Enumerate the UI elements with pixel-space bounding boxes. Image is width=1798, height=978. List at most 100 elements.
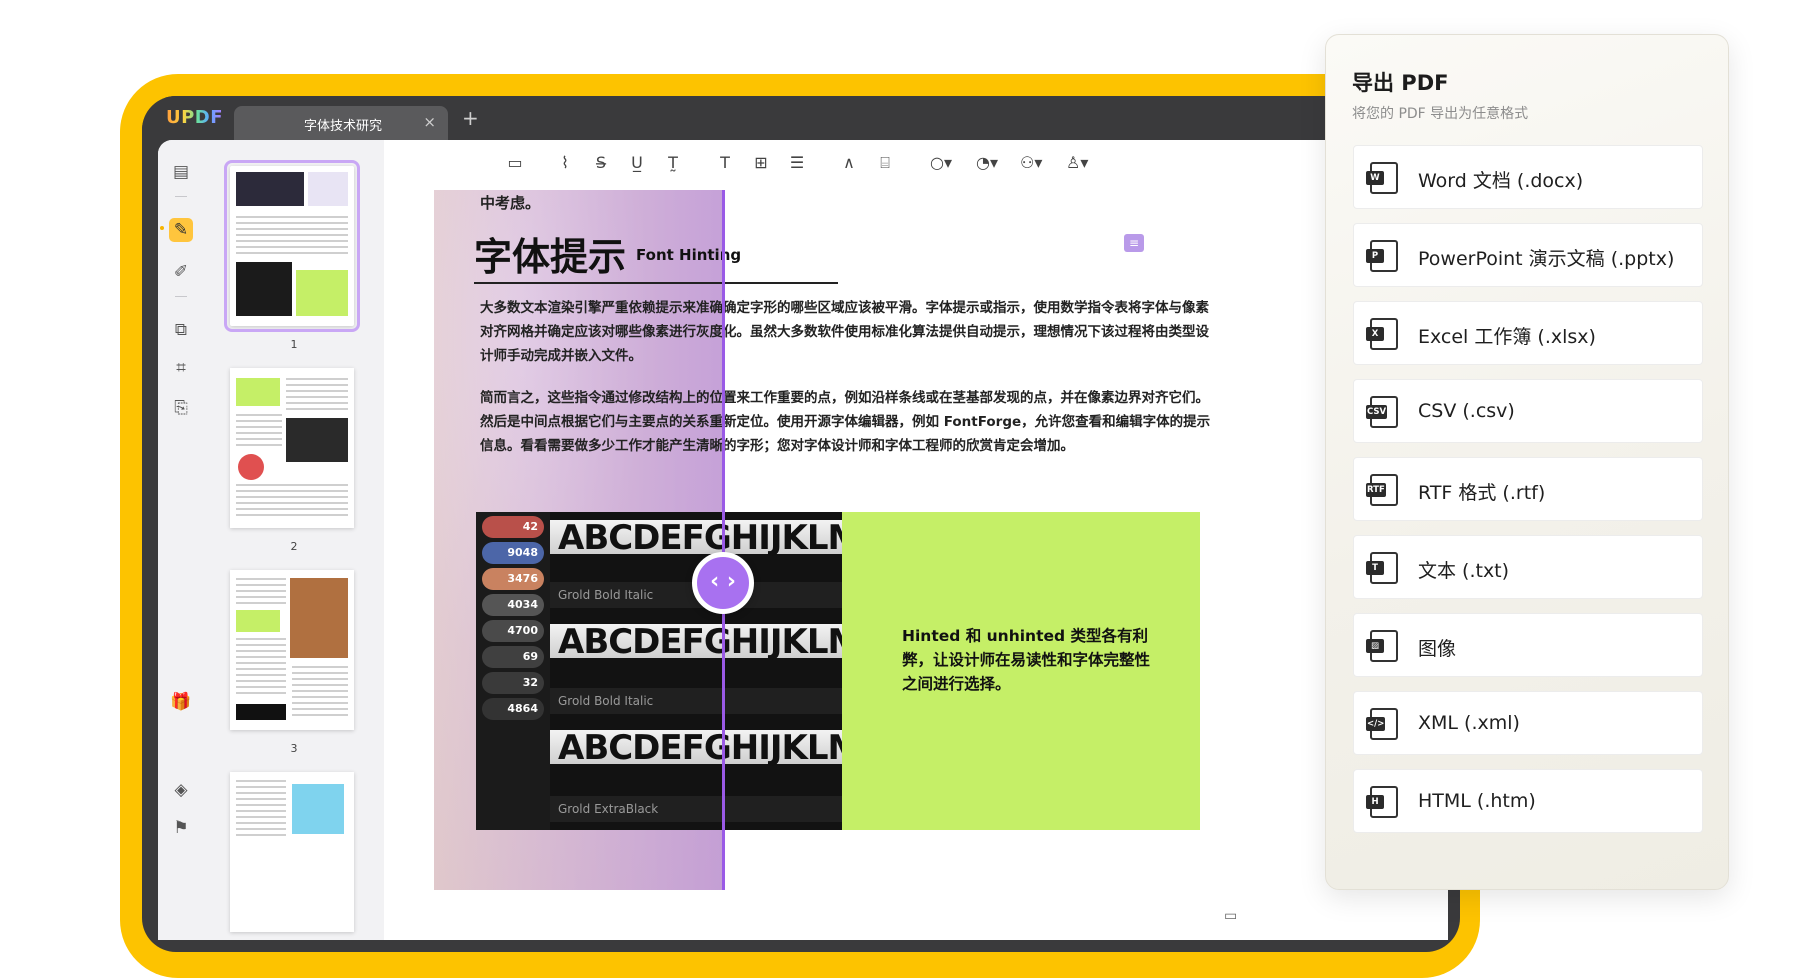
eraser-icon[interactable]: ⌸	[874, 152, 896, 174]
powerpoint-icon: P	[1366, 240, 1398, 272]
comment-tool-icon[interactable]: ✎	[169, 218, 193, 242]
specimen-caption: Grold Bold Italic	[558, 694, 654, 708]
app-body: ▤ ✎ ✐ ⧉ ⌗ ⎘ 🎁 ◈ ⚑ 1 2 3 ▭ ⌇ S̶ U̲ T̰ T ⊞…	[158, 140, 1448, 940]
html-icon: H	[1366, 786, 1398, 818]
signature-icon[interactable]: ♙▾	[1066, 152, 1088, 174]
page-number-label: 1	[290, 338, 298, 351]
callout-text: Hinted 和 unhinted 类型各有利弊，让设计师在易读性和字体完整性之…	[902, 627, 1151, 693]
sticky-note-icon[interactable]: ▭	[504, 152, 526, 174]
export-option-label: 文本 (.txt)	[1418, 560, 1510, 582]
export-option-image[interactable]: ▨ 图像	[1353, 613, 1703, 677]
heading-rule	[474, 282, 838, 284]
compare-slider-handle[interactable]: ‹ ›	[692, 552, 754, 614]
rail-divider	[175, 196, 187, 197]
excel-icon: X	[1366, 318, 1398, 350]
thumb-red-circle	[238, 454, 264, 480]
page-thumbnail-2[interactable]	[230, 368, 354, 528]
export-option-label: Word 文档 (.docx)	[1418, 170, 1584, 192]
comment-marker-icon[interactable]: ≡	[1124, 234, 1144, 252]
thumb-text-block	[236, 414, 282, 450]
callout-box: Hinted 和 unhinted 类型各有利弊，让设计师在易读性和字体完整性之…	[842, 512, 1200, 830]
convert-icon[interactable]: ⎘	[169, 396, 193, 420]
thumb-black-bar	[236, 704, 286, 720]
export-option-label: PowerPoint 演示文稿 (.pptx)	[1418, 248, 1675, 270]
pencil-icon[interactable]: ∧	[838, 152, 860, 174]
reader-icon[interactable]: ▤	[169, 160, 193, 184]
thumb-image	[308, 172, 348, 206]
thumb-text-block	[236, 484, 348, 520]
squiggly-underline-icon[interactable]: T̰	[662, 152, 684, 174]
paragraph-line: 计师手动完成并嵌入文件。	[480, 348, 642, 364]
text-icon: T	[1366, 552, 1398, 584]
thumb-text-block	[292, 666, 348, 720]
counter-pill: 69	[482, 646, 544, 668]
organize-pages-icon[interactable]: ⧉	[169, 318, 193, 342]
image-icon: ▨	[1366, 630, 1398, 662]
export-option-powerpoint[interactable]: P PowerPoint 演示文稿 (.pptx)	[1353, 223, 1703, 287]
text-callout-icon[interactable]: ☰	[786, 152, 808, 174]
page-thumbnail-3[interactable]	[230, 570, 354, 730]
page-number-label: 2	[290, 540, 298, 553]
text-box-icon[interactable]: ⊞	[750, 152, 772, 174]
export-option-text[interactable]: T 文本 (.txt)	[1353, 535, 1703, 599]
compare-divider[interactable]	[722, 190, 725, 890]
sticker-icon[interactable]: ◔▾	[976, 152, 998, 174]
counter-pill: 4700	[482, 620, 544, 642]
left-tool-rail: ▤ ✎ ✐ ⧉ ⌗ ⎘ 🎁 ◈ ⚑	[158, 140, 204, 940]
counter-pill: 4034	[482, 594, 544, 616]
counter-pill: 9048	[482, 542, 544, 564]
counter-pill: 3476	[482, 568, 544, 590]
export-option-label: HTML (.htm)	[1418, 790, 1536, 812]
export-option-csv[interactable]: CSV CSV (.csv)	[1353, 379, 1703, 443]
document-tab-label: 字体技术研究	[304, 119, 383, 134]
counter-pill: 4864	[482, 698, 544, 720]
specimen-caption: Grold ExtraBlack	[558, 802, 659, 816]
bookmark-icon[interactable]: ⚑	[169, 816, 193, 840]
close-tab-icon[interactable]: ×	[423, 113, 436, 131]
export-option-label: Excel 工作簿 (.xlsx)	[1418, 326, 1596, 348]
layers-icon[interactable]: ◈	[169, 778, 193, 802]
export-option-html[interactable]: H HTML (.htm)	[1353, 769, 1703, 833]
page-number-label: 3	[290, 742, 298, 755]
export-option-label: RTF 格式 (.rtf)	[1418, 482, 1546, 504]
rtf-icon: RTF	[1366, 474, 1398, 506]
new-tab-icon[interactable]: +	[462, 106, 479, 130]
highlight-icon[interactable]: ⌇	[554, 152, 576, 174]
specimen-letters: ABCDEFGHIJKLMNC	[558, 728, 842, 768]
thumb-photo	[292, 784, 344, 834]
text-icon[interactable]: T	[714, 152, 736, 174]
thumb-lime-box	[236, 378, 280, 406]
underline-icon[interactable]: U̲	[626, 152, 648, 174]
specimen-letters: ABCDEFGHIJKLMNC	[558, 518, 842, 558]
export-option-excel[interactable]: X Excel 工作簿 (.xlsx)	[1353, 301, 1703, 365]
xml-icon: </>	[1366, 708, 1398, 740]
thumb-lime-box	[296, 270, 348, 316]
export-panel-title: 导出 PDF	[1352, 71, 1449, 95]
stamp-icon[interactable]: ⚇▾	[1020, 152, 1042, 174]
export-pdf-panel: 导出 PDF 将您的 PDF 导出为任意格式 W Word 文档 (.docx)…	[1325, 34, 1729, 890]
paragraph-line: 信息。看看需要做多少工作才能产生清晰的字形；您对字体设计师和字体工程师的欣赏肯定…	[480, 438, 1074, 454]
page-thumbnail-4[interactable]	[230, 772, 354, 932]
thumb-header-block	[236, 172, 304, 206]
thumb-photo	[236, 262, 292, 316]
document-tab[interactable]: 字体技术研究 ×	[234, 106, 448, 140]
page-heading-english: Font Hinting	[636, 246, 742, 264]
edit-pdf-icon[interactable]: ✐	[169, 260, 193, 284]
shape-icon[interactable]: ○▾	[930, 152, 952, 174]
crop-icon[interactable]: ⌗	[169, 356, 193, 380]
font-specimen-photo: 42 9048 3476 4034 4700 69 32 4864 ABCDEF…	[476, 512, 842, 830]
page-thumbnail-1[interactable]	[224, 160, 360, 332]
strikethrough-icon[interactable]: S̶	[590, 152, 612, 174]
csv-icon: CSV	[1366, 396, 1398, 428]
export-option-label: XML (.xml)	[1418, 712, 1520, 734]
comment-panel-icon[interactable]: ▭	[1224, 908, 1237, 924]
gift-icon[interactable]: 🎁	[169, 690, 193, 714]
page-heading: 字体提示	[474, 235, 627, 279]
export-option-rtf[interactable]: RTF RTF 格式 (.rtf)	[1353, 457, 1703, 521]
export-option-xml[interactable]: </> XML (.xml)	[1353, 691, 1703, 755]
thumb-text-block	[236, 638, 286, 694]
export-option-word[interactable]: W Word 文档 (.docx)	[1353, 145, 1703, 209]
thumb-text-block	[236, 780, 286, 840]
thumb-photo	[286, 418, 348, 462]
paragraph-line: 对齐网格并确定应该对哪些像素进行灰度化。虽然大多数软件使用标准化算法提供自动提示…	[480, 324, 1209, 340]
